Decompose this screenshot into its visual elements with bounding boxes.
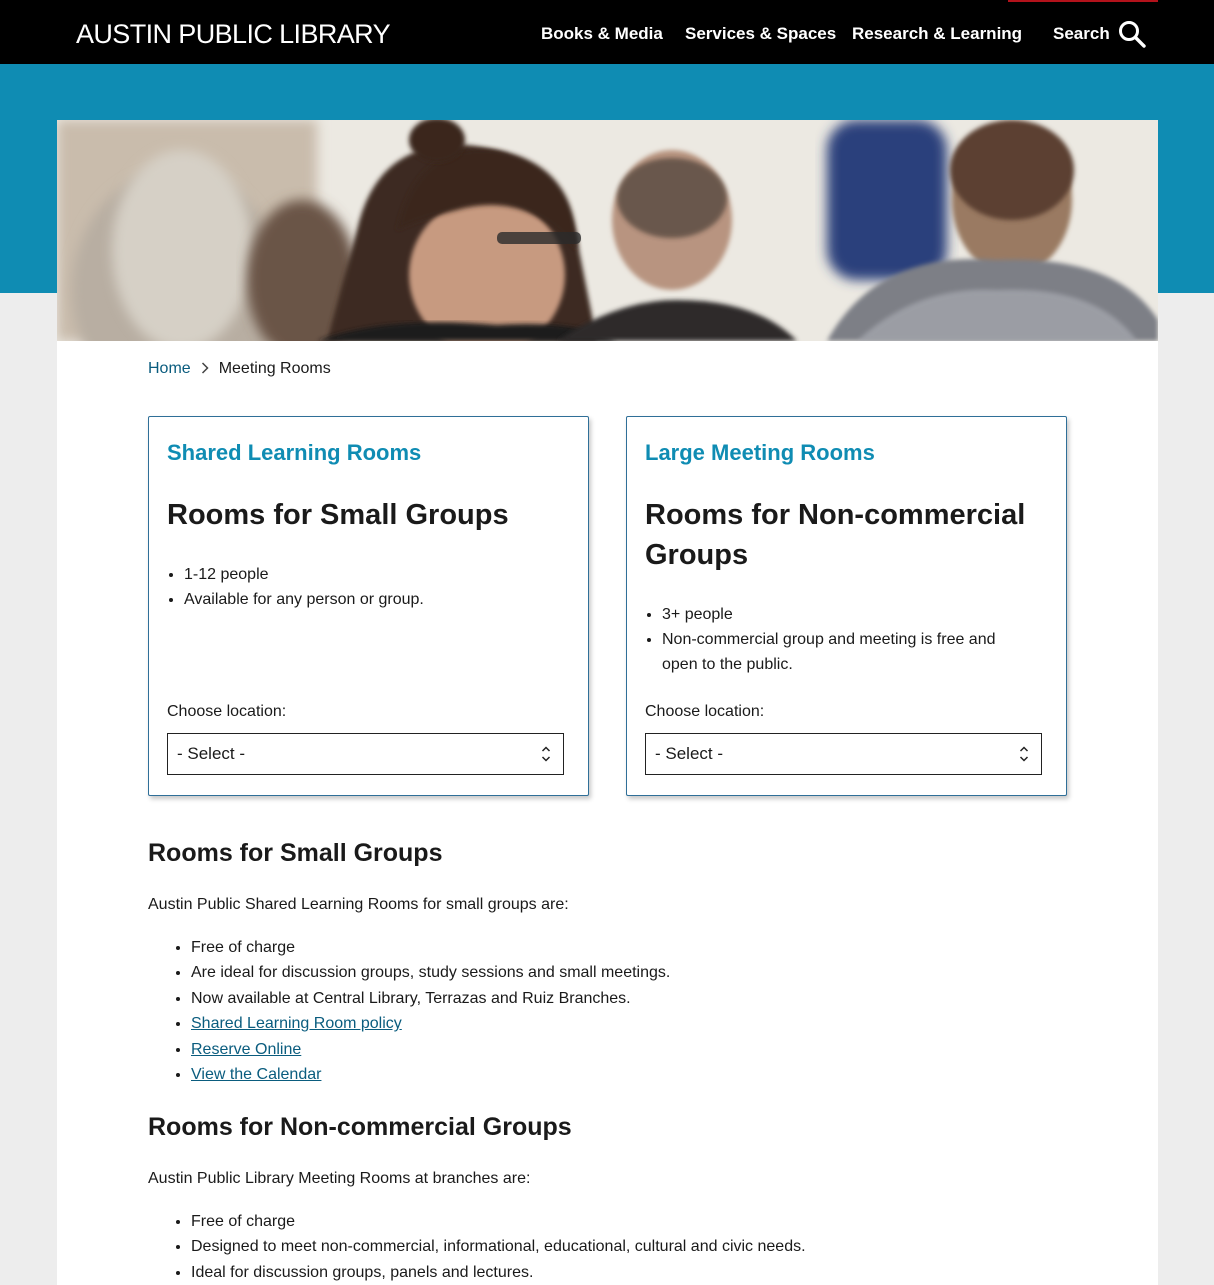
list-item: Designed to meet non-commercial, informa… bbox=[191, 1234, 806, 1259]
site-logo[interactable]: AUSTIN PUBLIC LIBRARY bbox=[76, 16, 391, 52]
card-feature-item: 3+ people bbox=[662, 602, 1022, 627]
breadcrumb-current: Meeting Rooms bbox=[218, 360, 331, 377]
search-icon bbox=[1118, 21, 1146, 48]
select-arrows-icon bbox=[1019, 745, 1029, 763]
section-intro: Austin Public Shared Learning Rooms for … bbox=[148, 896, 569, 913]
card-eyebrow: Shared Learning Rooms bbox=[167, 440, 422, 465]
list-item: View the Calendar bbox=[191, 1062, 670, 1087]
section-heading-noncommercial: Rooms for Non-commercial Groups bbox=[148, 1113, 572, 1141]
card-feature-item: Available for any person or group. bbox=[184, 587, 564, 612]
nav-books-media[interactable]: Books & Media bbox=[541, 20, 663, 48]
card-feature-list: 1-12 people Available for any person or … bbox=[167, 562, 564, 612]
breadcrumb: Home Meeting Rooms bbox=[148, 358, 331, 380]
select-value: - Select - bbox=[655, 744, 724, 763]
noncommercial-list: Free of charge Designed to meet non-comm… bbox=[175, 1209, 806, 1285]
card-feature-item: 1-12 people bbox=[184, 562, 564, 587]
card-large-meeting-rooms: Large Meeting Rooms Rooms for Non-commer… bbox=[626, 416, 1067, 796]
select-value: - Select - bbox=[177, 744, 246, 763]
main-content: Home Meeting Rooms Shared Learning Rooms… bbox=[57, 120, 1158, 1285]
choose-location-label: Choose location: bbox=[167, 703, 287, 720]
nav-services-spaces[interactable]: Services & Spaces bbox=[685, 20, 836, 48]
list-item: Are ideal for discussion groups, study s… bbox=[191, 960, 670, 985]
search-button[interactable]: Search bbox=[1053, 20, 1146, 48]
list-item: Reserve Online bbox=[191, 1037, 670, 1062]
select-arrows-icon bbox=[541, 745, 551, 763]
list-item: Shared Learning Room policy bbox=[191, 1011, 670, 1036]
search-label: Search bbox=[1053, 24, 1110, 43]
nav-research-learning[interactable]: Research & Learning bbox=[852, 20, 1022, 48]
small-groups-list: Free of charge Are ideal for discussion … bbox=[175, 935, 670, 1087]
card-title: Rooms for Non-commercial Groups bbox=[645, 499, 1026, 571]
list-item: Free of charge bbox=[191, 935, 670, 960]
section-intro: Austin Public Library Meeting Rooms at b… bbox=[148, 1170, 531, 1187]
list-item: Free of charge bbox=[191, 1209, 806, 1234]
shared-learning-room-policy-link[interactable]: Shared Learning Room policy bbox=[191, 1015, 402, 1032]
section-heading-small-groups: Rooms for Small Groups bbox=[148, 839, 443, 867]
card-eyebrow: Large Meeting Rooms bbox=[645, 440, 875, 465]
location-select[interactable]: - Select - bbox=[645, 733, 1042, 775]
hero-image bbox=[57, 120, 1158, 341]
card-title: Rooms for Small Groups bbox=[167, 499, 509, 531]
site-header: AUSTIN PUBLIC LIBRARY Books & Media Serv… bbox=[0, 0, 1214, 64]
chevron-right-icon bbox=[201, 358, 209, 380]
card-feature-item: Non-commercial group and meeting is free… bbox=[662, 627, 1022, 677]
choose-location-label: Choose location: bbox=[645, 703, 765, 720]
breadcrumb-home-link[interactable]: Home bbox=[148, 358, 191, 380]
reserve-online-link[interactable]: Reserve Online bbox=[191, 1041, 301, 1058]
hero-photo-illustration bbox=[57, 120, 1158, 341]
card-shared-learning-rooms: Shared Learning Rooms Rooms for Small Gr… bbox=[148, 416, 589, 796]
list-item: Now available at Central Library, Terraz… bbox=[191, 986, 670, 1011]
location-select[interactable]: - Select - bbox=[167, 733, 564, 775]
list-item: Ideal for discussion groups, panels and … bbox=[191, 1260, 806, 1285]
header-accent-line bbox=[1008, 0, 1158, 2]
view-calendar-link[interactable]: View the Calendar bbox=[191, 1066, 321, 1083]
card-feature-list: 3+ people Non-commercial group and meeti… bbox=[645, 602, 1022, 677]
